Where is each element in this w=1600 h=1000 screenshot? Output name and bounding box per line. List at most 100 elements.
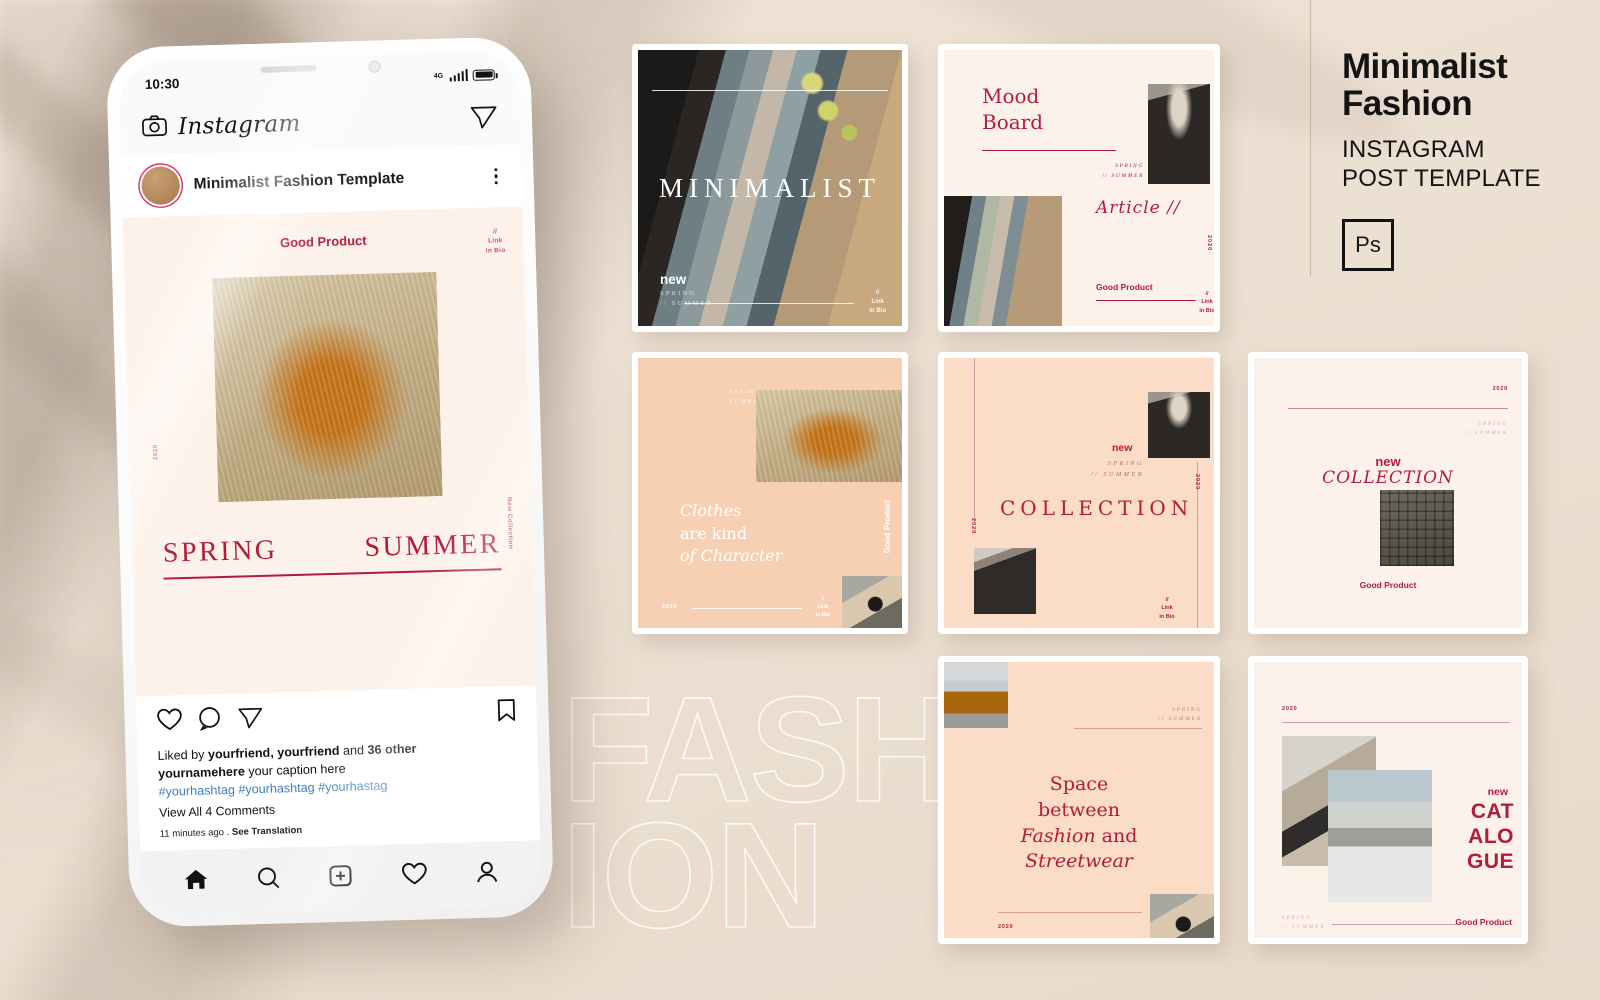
liked-by-and: and — [339, 743, 368, 759]
card-new-label: new — [1112, 442, 1133, 454]
timestamp: 11 minutes ago . — [159, 826, 233, 840]
front-camera-icon — [368, 60, 381, 73]
link-slashes: // — [1165, 597, 1169, 603]
season-line-2: // SUMMER — [1464, 430, 1508, 437]
subtitle-line-1: INSTAGRAM — [1342, 136, 1485, 164]
link-slashes: // — [821, 596, 825, 602]
card-new-label: new — [1487, 786, 1508, 798]
post-caption-block: Liked by yourfriend, yourfriend and 36 o… — [137, 737, 541, 852]
season-spring: SPRING — [162, 534, 278, 569]
card-good-product: Good Product — [1096, 282, 1153, 292]
card-title: COLLECTION — [1322, 468, 1454, 488]
caption-text: your caption here — [244, 761, 346, 779]
card-season: SPRING // SUMMER — [1282, 914, 1326, 933]
see-translation-link[interactable]: See Translation — [232, 824, 303, 837]
quote-line-3-italic: Fashion — [1020, 824, 1096, 847]
title-line-2: ALO — [1468, 824, 1514, 848]
speaker-grill — [260, 65, 317, 73]
title-line-2: Board — [982, 109, 1044, 134]
card-photo-street — [1328, 770, 1432, 902]
card-collection-artwork: new SPRING // SUMMER COLLECTION 2020 202… — [944, 358, 1214, 628]
card-collection[interactable]: new SPRING // SUMMER COLLECTION 2020 202… — [938, 352, 1220, 634]
card-title: Mood Board — [982, 84, 1043, 135]
card-mood-board[interactable]: Mood Board SPRING // SUMMER Article // 2… — [938, 44, 1220, 332]
card-quote: Clothes are kind of Character — [680, 500, 782, 568]
link-line-1: Link — [1201, 299, 1213, 306]
battery-icon — [472, 68, 495, 81]
season-line-1: SPRING — [1107, 460, 1144, 467]
link-line-2: in Bio — [869, 308, 886, 314]
card-minimalist[interactable]: MINIMALIST new SPRING // SUMMER // Link … — [632, 44, 908, 332]
post-user-row[interactable]: Minimalist Fashion Template — [120, 144, 523, 218]
card-new-collection[interactable]: 2020 SPRING // SUMMER new COLLECTION Goo… — [1248, 352, 1528, 634]
card-link-bio: // Link in Bio — [869, 289, 886, 316]
link-line-2: in Bio — [1199, 307, 1214, 314]
quote-line-4: Streetwear — [1025, 850, 1133, 873]
comment-icon[interactable] — [197, 706, 223, 736]
bottom-tab-bar — [140, 840, 542, 916]
link-line-2: in Bio — [485, 246, 506, 255]
camera-icon[interactable] — [142, 114, 168, 142]
season-line-2: // SUMMER — [1282, 924, 1326, 931]
link-line-1: Link — [1161, 605, 1173, 612]
heart-icon[interactable] — [156, 707, 183, 737]
avatar[interactable] — [141, 166, 181, 206]
send-icon[interactable] — [469, 103, 498, 135]
bookmark-icon[interactable] — [496, 698, 517, 728]
post-rotated-collection: New Collection — [505, 496, 514, 550]
card-photo-model — [1148, 392, 1210, 458]
bottom-rule — [692, 608, 802, 609]
status-time: 10:30 — [144, 75, 180, 92]
card-year: 2020 — [998, 924, 1014, 930]
card-new-collection-artwork: 2020 SPRING // SUMMER new COLLECTION Goo… — [1254, 358, 1522, 628]
post-username[interactable]: Minimalist Fashion Template — [193, 168, 480, 194]
title-line-1: Mood — [982, 84, 1040, 108]
quote-line-3: of Character — [680, 546, 783, 566]
heart-icon[interactable] — [400, 861, 428, 891]
page-title: Minimalist Fashion — [1342, 48, 1582, 122]
season-summer: SUMMER — [364, 528, 502, 564]
season-line-1: SPRING — [660, 290, 697, 297]
card-photo-car — [944, 196, 1062, 326]
card-quote: Space between Fashion and Streetwear — [944, 772, 1214, 875]
card-clothes-quote[interactable]: SPRING SUMMER Clothes are kind of Charac… — [632, 352, 908, 634]
home-icon[interactable] — [182, 867, 209, 897]
season-line-2: // SUMMER — [1102, 172, 1144, 179]
phone-notch — [230, 53, 407, 85]
quote-line-3-plain: and — [1095, 824, 1138, 847]
info-panel: Minimalist Fashion INSTAGRAM POST TEMPLA… — [1342, 48, 1582, 271]
title-line-1: Minimalist — [1342, 47, 1508, 86]
more-options-icon[interactable] — [494, 168, 502, 185]
card-catalogue-artwork: 2020 new CAT ALO GUE SPRING // SUMMER Go… — [1254, 662, 1522, 938]
phone-mockup: 10:30 4G Instagram Minimalist Fashion Te… — [105, 36, 555, 928]
quote-line-2: are kind — [680, 523, 748, 543]
title-line-3: GUE — [1466, 849, 1514, 873]
profile-icon[interactable] — [475, 859, 500, 889]
vertical-rule-left — [974, 358, 975, 522]
page-subtitle: INSTAGRAM POST TEMPLATE — [1342, 136, 1582, 193]
card-year-left: 2020 — [970, 518, 976, 535]
add-post-icon[interactable] — [328, 863, 354, 893]
season-line-1: SPRING — [1172, 707, 1202, 713]
liked-by-friends[interactable]: yourfriend, yourfriend — [208, 744, 340, 762]
caption-author[interactable]: yournamehere — [158, 765, 245, 781]
card-photo-wall — [1380, 490, 1454, 566]
link-line-2: in Bio — [815, 611, 831, 618]
post-link-in-bio: // Link in Bio — [485, 227, 506, 256]
link-line-2: in Bio — [1159, 613, 1175, 620]
quote-line-1: Clothes — [680, 501, 742, 520]
card-season: SPRING // SUMMER — [660, 289, 713, 310]
search-icon[interactable] — [256, 865, 282, 895]
card-minimalist-artwork: MINIMALIST new SPRING // SUMMER // Link … — [638, 50, 902, 326]
signal-bars-icon — [449, 68, 468, 82]
post-season-underline — [163, 568, 502, 580]
title-rule — [982, 150, 1116, 151]
card-season: SPRING // SUMMER — [1130, 706, 1202, 725]
phone-screen: 10:30 4G Instagram Minimalist Fashion Te… — [118, 50, 542, 916]
card-space-between[interactable]: SPRING // SUMMER Space between Fashion a… — [938, 656, 1220, 944]
card-catalogue[interactable]: 2020 new CAT ALO GUE SPRING // SUMMER Go… — [1248, 656, 1528, 944]
send-icon[interactable] — [237, 705, 264, 735]
liked-by-others[interactable]: 36 other — [367, 742, 416, 757]
subtitle-line-2: POST TEMPLATE — [1342, 164, 1541, 192]
card-photo-field — [756, 390, 902, 482]
